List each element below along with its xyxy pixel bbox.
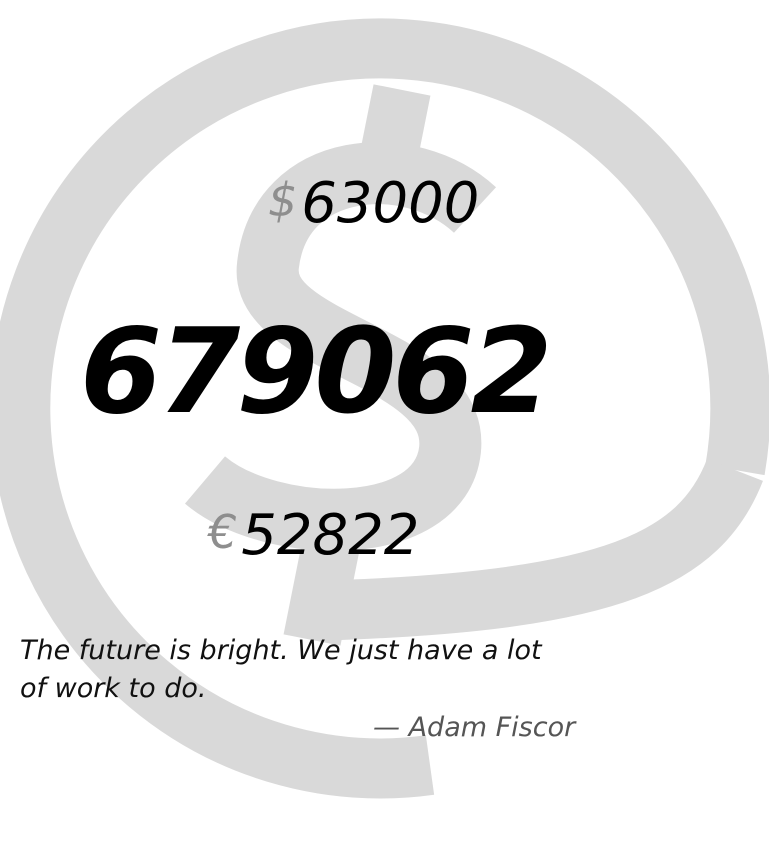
- quote-author: — Adam Fiscor: [373, 712, 576, 743]
- eur-amount: €52822: [208, 508, 419, 564]
- usd-value: 63000: [301, 171, 480, 236]
- euro-symbol: €: [208, 505, 238, 559]
- dollar-symbol: $: [268, 173, 298, 227]
- total-value: 679062: [80, 302, 553, 440]
- quote-text: The future is bright. We just have a lot…: [20, 635, 542, 704]
- usd-amount: $63000: [268, 176, 479, 232]
- eur-value: 52822: [241, 503, 420, 568]
